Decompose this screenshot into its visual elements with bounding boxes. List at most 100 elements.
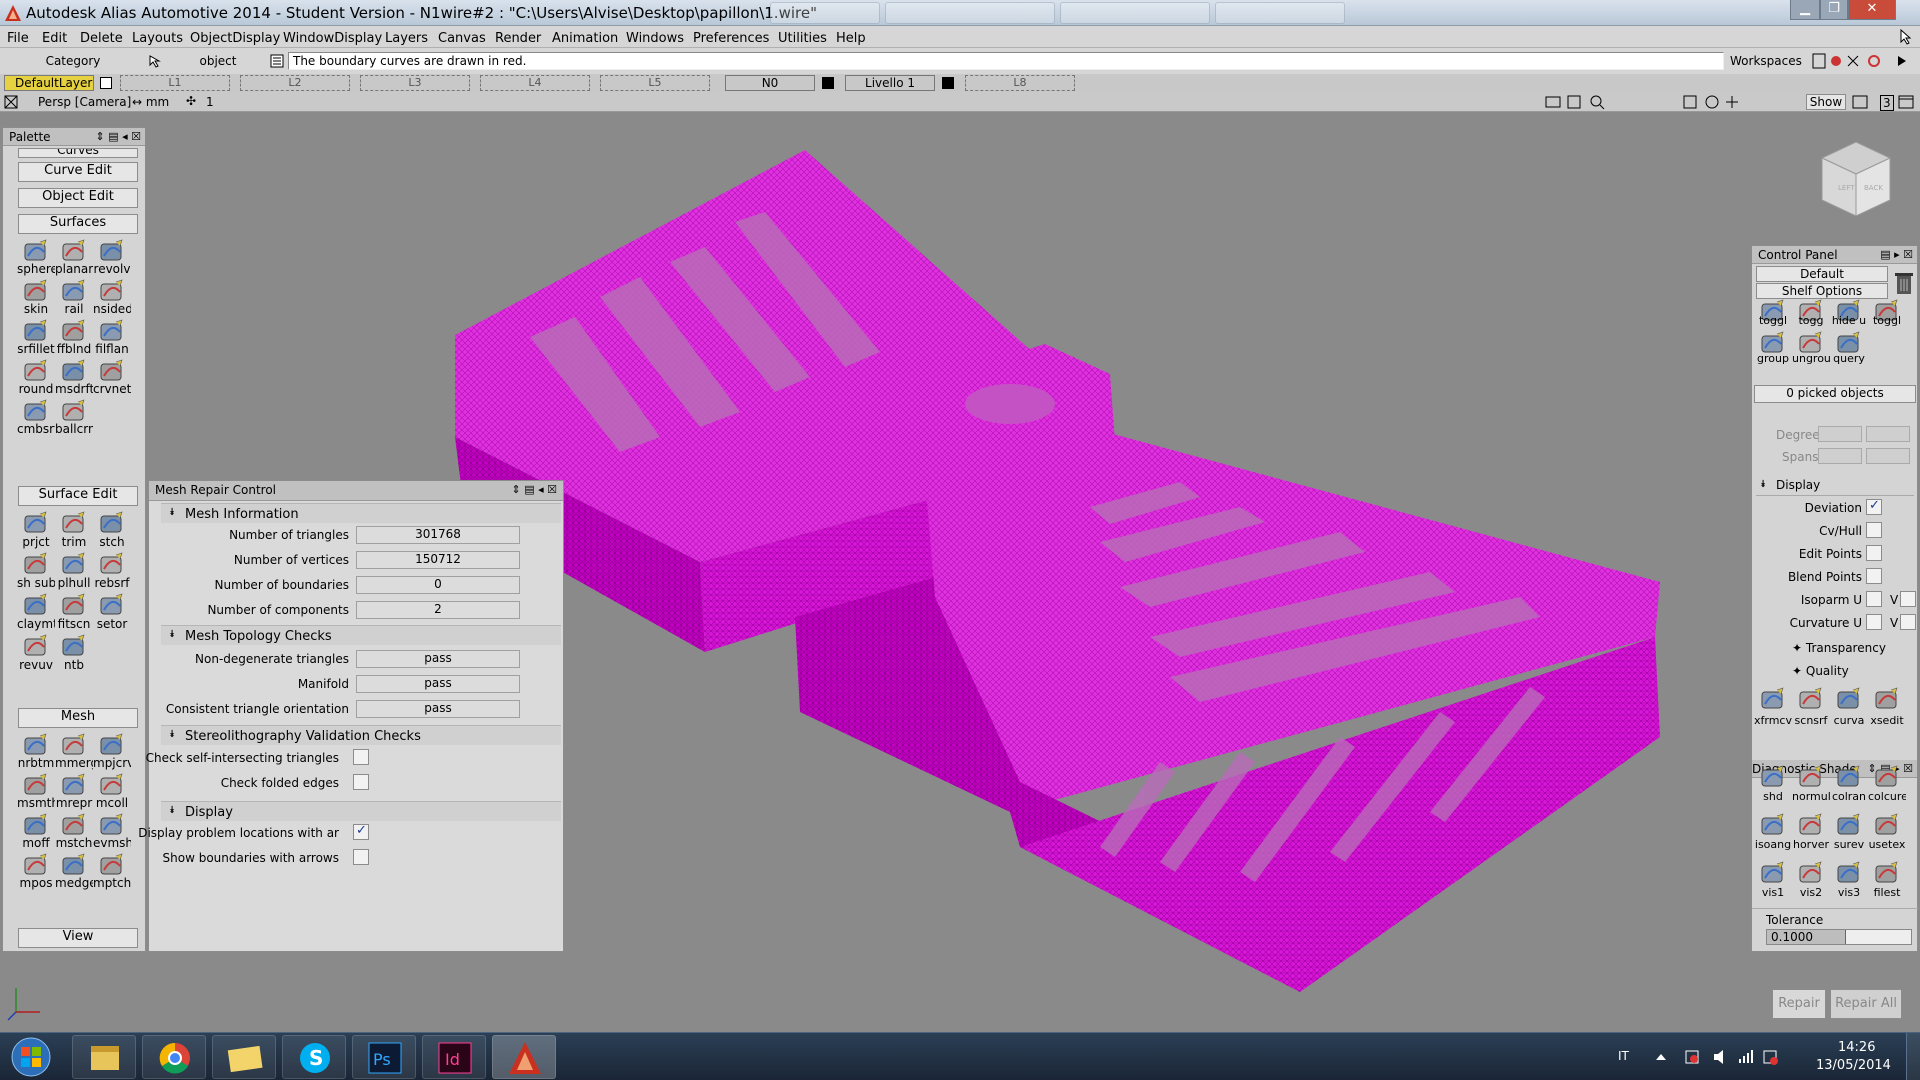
show-desktop-button[interactable] [1906,1033,1920,1080]
layer-livello[interactable]: Livello 1 [845,75,935,91]
view-tools-icons[interactable] [1682,94,1746,110]
curves-button[interactable]: Curves [18,148,138,158]
workspaces-label[interactable]: Workspaces [1730,54,1802,68]
tool-ungroup[interactable]: ungroup [1792,330,1830,366]
close-view-icon[interactable] [4,95,18,109]
picked-objects-dropdown[interactable]: 0 picked objects [1754,385,1916,403]
taskbar-skype-icon[interactable]: S [282,1035,346,1079]
object-edit-button[interactable]: Object Edit [18,188,138,208]
tool-ffblnd[interactable]: ffblnd [55,318,93,358]
menu-animation[interactable]: Animation [552,31,618,46]
display-section-header[interactable]: ⯯ Display [1756,478,1914,496]
boundaries-arrows-checkbox[interactable] [353,849,369,865]
layer-slot[interactable]: L8 [965,75,1075,91]
tool-query[interactable]: query [1830,330,1868,366]
taskbar-folder-icon[interactable] [212,1035,276,1079]
shelf-options-dropdown[interactable]: Shelf Options [1756,283,1888,299]
tool-colcurev[interactable]: colcurev [1868,764,1906,804]
menu-delete[interactable]: Delete [80,31,123,46]
layer-swatch[interactable] [822,77,834,89]
layer-slot[interactable]: L5 [600,75,710,91]
menu-canvas[interactable]: Canvas [438,31,486,46]
collapse-icon[interactable]: ⯯ [169,805,175,816]
menu-utilities[interactable]: Utilities [778,31,827,46]
layer-slot[interactable]: L1 [120,75,230,91]
option-checkbox[interactable] [1866,498,1882,515]
tool-sphere[interactable]: sphere [17,238,55,278]
v-checkbox[interactable] [1900,591,1916,607]
object-label[interactable]: object [168,52,268,70]
menu-windows[interactable]: Windows [626,31,684,46]
display-header[interactable]: ⯯ Display [161,801,561,821]
background-tab[interactable] [885,2,1055,24]
maximize-button[interactable]: ❐ [1820,0,1848,20]
tool-toggl[interactable]: toggl [1754,298,1792,328]
help-cursor-icon[interactable] [1898,29,1914,45]
tool-rebsrf[interactable]: rebsrf [93,551,131,592]
degree-field[interactable] [1818,426,1862,442]
menu-help[interactable]: Help [836,31,866,46]
v-checkbox[interactable] [1900,614,1916,630]
tool-rail[interactable]: rail [55,278,93,318]
repair-button[interactable]: Repair [1772,989,1826,1019]
tool-surev[interactable]: surev [1830,812,1868,852]
layout-icon[interactable] [1852,95,1868,109]
view-number[interactable]: 3 [1880,95,1894,111]
curve-edit-button[interactable]: Curve Edit [18,162,138,182]
tool-nsided[interactable]: nsided [93,278,131,318]
workspace-tools-icons[interactable] [1812,53,1912,69]
view-button[interactable]: View [18,928,138,948]
tool-msdrft[interactable]: msdrft [55,358,93,398]
tool-srfillet[interactable]: srfillet [17,318,55,358]
minimize-button[interactable]: ▁ [1790,0,1820,20]
panel-controls-icon[interactable]: ▤ ▸ ☒ [1880,248,1913,261]
option-checkbox[interactable] [1866,545,1882,561]
tool-mpjcrv[interactable]: mpjcrv [93,732,131,772]
surfaces-button[interactable]: Surfaces [18,214,138,234]
taskbar-photoshop-icon[interactable]: Ps [352,1035,416,1079]
tool-vis2[interactable]: vis2 [1792,860,1830,900]
tool-group[interactable]: group [1754,330,1792,366]
panel-controls-icon[interactable]: ⇕ ▤ ◂ ☒ [512,483,557,496]
tool-mrepr[interactable]: mrepr [55,772,93,812]
tool-curva[interactable]: curva [1830,686,1868,728]
collapse-icon[interactable]: ⯯ [169,629,175,640]
tool-msmth[interactable]: msmth [17,772,55,812]
default-layer[interactable]: DefaultLayer [4,75,94,91]
menu-layouts[interactable]: Layouts [132,31,183,46]
background-tab[interactable] [1215,2,1345,24]
trash-icon[interactable] [1894,270,1914,296]
tool-stch[interactable]: stch [93,510,131,551]
tool-horver[interactable]: horver [1792,812,1830,852]
tool-revolv[interactable]: revolv [93,238,131,278]
tool-filest[interactable]: filest [1868,860,1906,900]
tool-prjct[interactable]: prjct [17,510,55,551]
tool-normul[interactable]: normul [1792,764,1830,804]
spans-field[interactable] [1818,448,1862,464]
tool-sh-sub[interactable]: sh sub [17,551,55,592]
tool-mstch[interactable]: mstch [55,812,93,852]
pick-icon[interactable] [148,54,162,68]
tool-colran[interactable]: colran [1830,764,1868,804]
option-checkbox[interactable] [1866,522,1882,538]
layer-swatch[interactable] [942,77,954,89]
quality-toggle[interactable]: ✦ Quality [1792,664,1849,678]
tool-revuv[interactable]: revuv [17,633,55,674]
tool-mptch[interactable]: mptch [93,852,131,892]
tool-skin[interactable]: skin [17,278,55,318]
option-checkbox[interactable] [1866,591,1882,607]
menu-render[interactable]: Render [495,31,541,46]
tool-trim[interactable]: trim [55,510,93,551]
tool-claymt[interactable]: claymt [17,592,55,633]
menu-layers[interactable]: Layers [385,31,428,46]
maximize-view-icon[interactable] [1898,95,1914,109]
taskbar-explorer-icon[interactable] [72,1035,136,1079]
background-tab[interactable] [770,2,880,24]
tool-round[interactable]: round [17,358,55,398]
tool-mcoll[interactable]: mcoll [93,772,131,812]
tool-crvnet[interactable]: crvnet [93,358,131,398]
tool-fitscn[interactable]: fitscn [55,592,93,633]
tolerance-slider[interactable]: 0.1000 [1766,929,1912,945]
default-dropdown[interactable]: Default [1756,266,1888,282]
menu-windowdisplay[interactable]: WindowDisplay [283,31,382,46]
